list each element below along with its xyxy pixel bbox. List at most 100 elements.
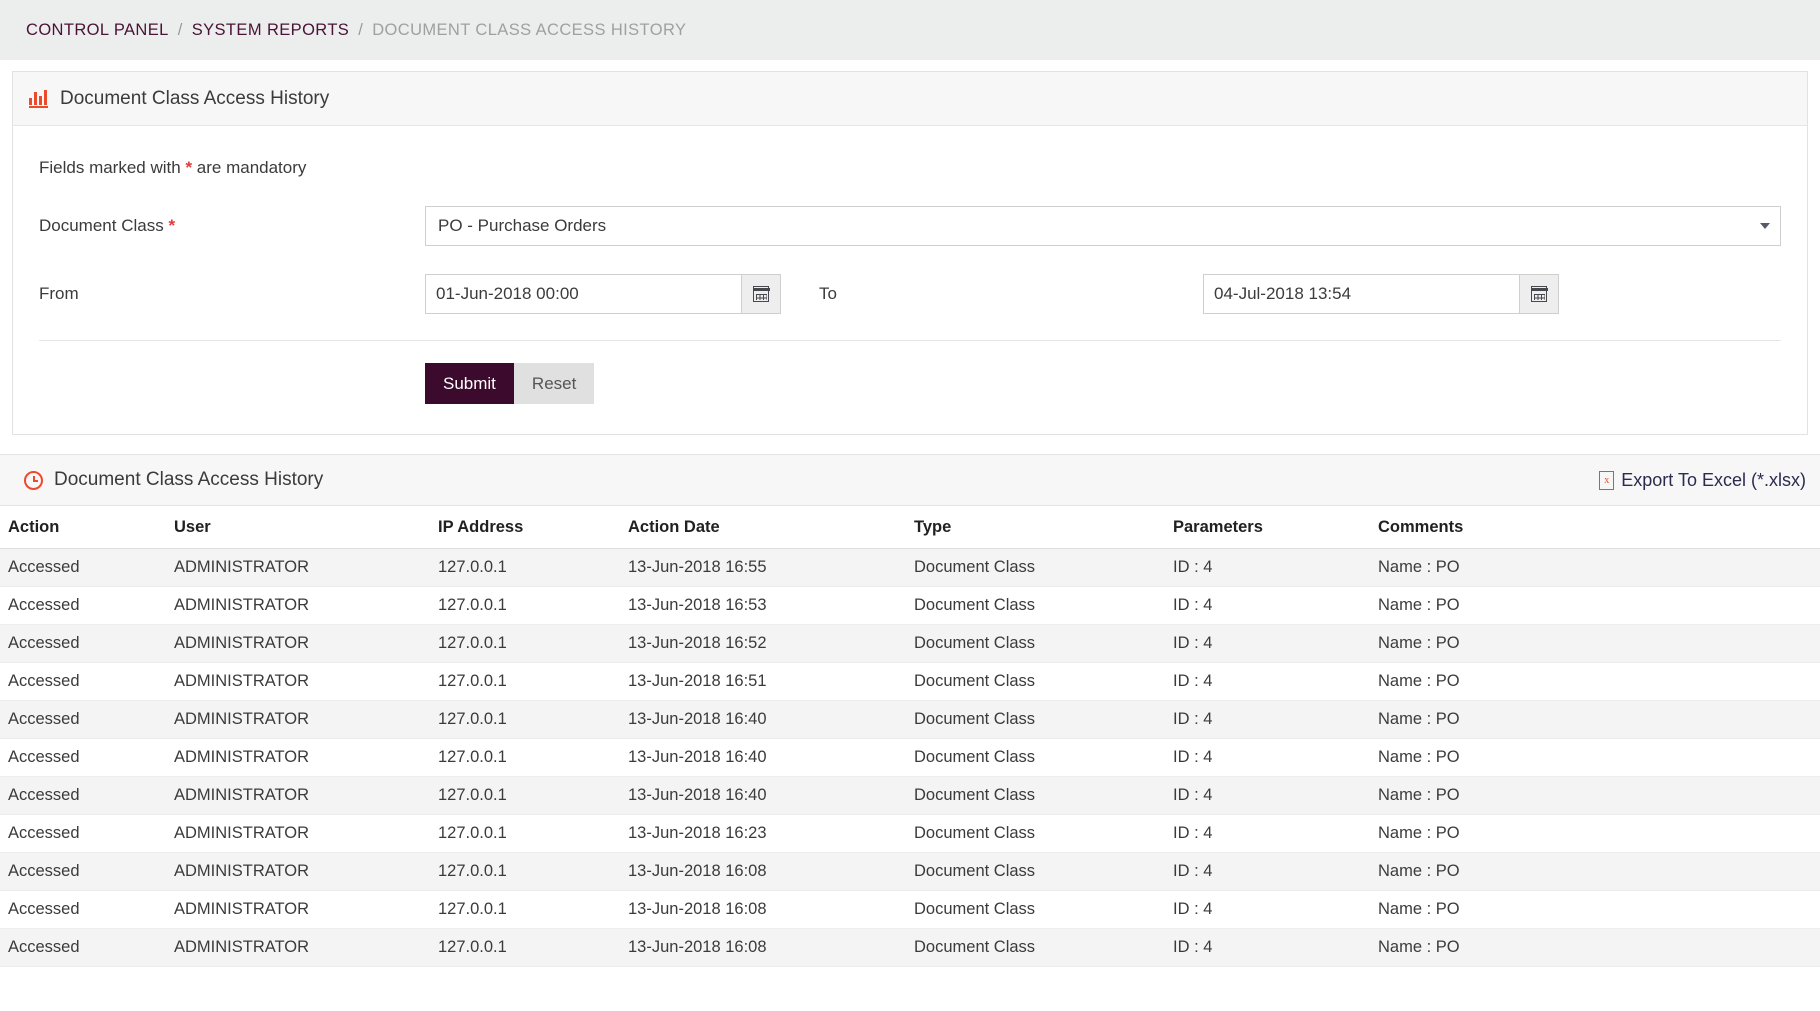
from-calendar-button[interactable] [741,274,781,314]
column-header-action[interactable]: Action [0,506,174,549]
required-asterisk: * [168,216,176,235]
cell-action-date: 13-Jun-2018 16:08 [628,852,914,891]
table-row: Accessed ADMINISTRATOR 127.0.0.1 13-Jun-201… [0,624,1820,663]
cell-user: ADMINISTRATOR [174,776,438,815]
table-header-row: Action User IP Address Action Date Type … [0,506,1820,549]
cell-action: Accessed [0,890,174,929]
column-header-user[interactable]: User [174,506,438,549]
cell-comments: Name : PO [1378,586,1820,625]
cell-user: ADMINISTRATOR [174,928,438,967]
cell-comments: Name : PO [1378,662,1820,701]
cell-type: Document Class [914,890,1173,929]
breadcrumb: CONTROL PANEL / SYSTEM REPORTS / DOCUMEN… [0,0,1820,60]
filter-panel-header: Document Class Access History [13,72,1807,126]
cell-ip-address: 127.0.0.1 [438,586,628,625]
to-calendar-button[interactable] [1519,274,1559,314]
results-panel-header: Document Class Access History x Export T… [0,454,1820,506]
cell-user: ADMINISTRATOR [174,548,438,587]
cell-ip-address: 127.0.0.1 [438,700,628,739]
cell-parameters: ID : 4 [1173,548,1378,587]
cell-action: Accessed [0,814,174,853]
cell-ip-address: 127.0.0.1 [438,624,628,663]
submit-button[interactable]: Submit [425,363,514,404]
results-panel: Document Class Access History x Export T… [0,454,1820,967]
cell-user: ADMINISTRATOR [174,624,438,663]
cell-user: ADMINISTRATOR [174,586,438,625]
cell-parameters: ID : 4 [1173,852,1378,891]
date-range-row: From To [39,274,1781,314]
cell-comments: Name : PO [1378,624,1820,663]
column-header-action-date[interactable]: Action Date [628,506,914,549]
form-actions: Submit Reset [39,341,1781,434]
from-label: From [39,284,79,303]
table-header: Action User IP Address Action Date Type … [0,506,1820,549]
filter-panel: Document Class Access History Fields mar… [12,71,1808,435]
cell-parameters: ID : 4 [1173,776,1378,815]
cell-comments: Name : PO [1378,814,1820,853]
cell-action-date: 13-Jun-2018 16:53 [628,586,914,625]
column-header-parameters[interactable]: Parameters [1173,506,1378,549]
cell-type: Document Class [914,814,1173,853]
cell-ip-address: 127.0.0.1 [438,890,628,929]
cell-user: ADMINISTRATOR [174,662,438,701]
cell-action: Accessed [0,852,174,891]
cell-action-date: 13-Jun-2018 16:40 [628,738,914,777]
to-date-group [1203,274,1559,314]
cell-parameters: ID : 4 [1173,814,1378,853]
cell-user: ADMINISTRATOR [174,738,438,777]
cell-action: Accessed [0,928,174,967]
cell-parameters: ID : 4 [1173,928,1378,967]
cell-parameters: ID : 4 [1173,890,1378,929]
breadcrumb-item-current: DOCUMENT CLASS ACCESS HISTORY [372,20,687,39]
from-date-group [425,274,781,314]
cell-comments: Name : PO [1378,928,1820,967]
column-header-type[interactable]: Type [914,506,1173,549]
cell-parameters: ID : 4 [1173,586,1378,625]
breadcrumb-separator: / [358,20,364,39]
cell-parameters: ID : 4 [1173,662,1378,701]
table-row: Accessed ADMINISTRATOR 127.0.0.1 13-Jun-201… [0,928,1820,967]
cell-action: Accessed [0,738,174,777]
calendar-icon [752,286,770,302]
cell-parameters: ID : 4 [1173,624,1378,663]
cell-comments: Name : PO [1378,738,1820,777]
cell-type: Document Class [914,624,1173,663]
table-row: Accessed ADMINISTRATOR 127.0.0.1 13-Jun-201… [0,890,1820,929]
mandatory-note-prefix: Fields marked with [39,158,186,177]
export-to-excel-link[interactable]: x Export To Excel (*.xlsx) [1599,470,1806,491]
cell-ip-address: 127.0.0.1 [438,662,628,701]
to-date-input[interactable] [1203,274,1519,314]
table-row: Accessed ADMINISTRATOR 127.0.0.1 13-Jun-201… [0,548,1820,587]
cell-type: Document Class [914,928,1173,967]
access-history-table: Action User IP Address Action Date Type … [0,506,1820,967]
reset-button[interactable]: Reset [513,363,595,404]
document-class-select[interactable]: PO - Purchase Orders [425,206,1781,246]
cell-user: ADMINISTRATOR [174,890,438,929]
cell-comments: Name : PO [1378,776,1820,815]
column-header-comments[interactable]: Comments [1378,506,1820,549]
cell-action-date: 13-Jun-2018 16:52 [628,624,914,663]
document-class-select-wrapper: PO - Purchase Orders [425,206,1781,246]
table-row: Accessed ADMINISTRATOR 127.0.0.1 13-Jun-201… [0,662,1820,701]
to-label: To [819,284,837,303]
cell-ip-address: 127.0.0.1 [438,548,628,587]
cell-ip-address: 127.0.0.1 [438,928,628,967]
cell-user: ADMINISTRATOR [174,700,438,739]
table-row: Accessed ADMINISTRATOR 127.0.0.1 13-Jun-201… [0,738,1820,777]
calendar-icon [1530,286,1548,302]
bar-chart-icon [29,89,49,108]
cell-type: Document Class [914,776,1173,815]
cell-action: Accessed [0,700,174,739]
cell-action: Accessed [0,548,174,587]
cell-type: Document Class [914,662,1173,701]
results-panel-title: Document Class Access History [54,469,324,490]
filter-panel-header-left: Document Class Access History [29,88,329,110]
from-date-input[interactable] [425,274,741,314]
table-body: Accessed ADMINISTRATOR 127.0.0.1 13-Jun-201… [0,548,1820,967]
breadcrumb-item-system-reports[interactable]: SYSTEM REPORTS [192,21,350,40]
breadcrumb-item-control-panel[interactable]: CONTROL PANEL [26,21,169,40]
filter-panel-title: Document Class Access History [60,87,330,109]
cell-ip-address: 127.0.0.1 [438,776,628,815]
column-header-ip-address[interactable]: IP Address [438,506,628,549]
cell-comments: Name : PO [1378,700,1820,739]
